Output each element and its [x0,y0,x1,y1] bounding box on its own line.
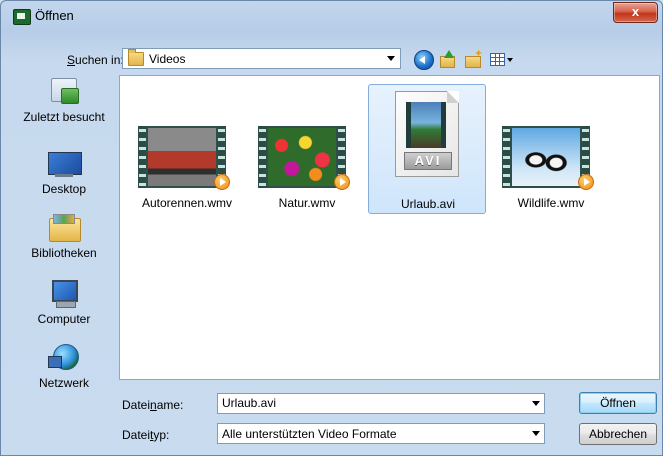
app-icon [13,9,31,25]
place-label: Desktop [41,182,87,196]
file-name: Urlaub.avi [400,197,456,211]
place-libraries[interactable]: Bibliotheken [11,212,117,260]
folder-icon [128,49,144,66]
back-icon[interactable] [414,50,434,70]
computer-icon [47,278,81,308]
video-thumbnail [258,126,350,190]
media-play-icon [334,174,350,190]
place-label: Computer [37,312,91,326]
place-recent[interactable]: Zuletzt besucht [11,76,117,124]
file-item[interactable]: Autorennen.wmv [128,84,246,214]
chevron-down-icon[interactable] [532,401,540,406]
film-strip [138,126,226,188]
media-play-icon [578,174,594,190]
film-strip [258,126,346,188]
filename-label-a: Datei [122,398,151,412]
file-list[interactable]: Autorennen.wmv Natur.wmv AVI Urlaub.avi … [119,75,660,380]
new-folder-icon[interactable] [464,47,483,68]
file-name: Autorennen.wmv [141,196,233,210]
place-label: Zuletzt besucht [23,110,105,124]
view-menu-icon[interactable] [489,50,515,68]
media-play-icon [214,174,230,190]
up-folder-icon[interactable] [439,50,457,68]
title-bar[interactable]: Öffnen x [1,1,663,31]
filetype-label-a: Datei [122,428,151,442]
place-desktop[interactable]: Desktop [11,148,117,196]
avi-badge: AVI [404,152,452,170]
lookin-label: Suchen in: [67,53,124,67]
desktop-icon [47,148,82,178]
lookin-dropdown[interactable]: Videos [122,48,401,69]
filetype-label: Dateityp: [122,428,169,442]
lookin-label-text: uchen in: [75,53,124,67]
avi-file-icon: AVI [395,91,459,177]
places-bar: Zuletzt besucht Desktop Bibliotheken Com… [11,74,117,390]
open-dialog-window: Öffnen x Suchen in: Videos Zuletzt besuc… [0,0,663,456]
chevron-down-icon[interactable] [387,56,395,61]
video-thumbnail [502,126,594,190]
film-strip [502,126,590,188]
chevron-down-icon[interactable] [532,431,540,436]
filename-field[interactable]: Urlaub.avi [217,393,545,414]
open-button[interactable]: Öffnen [579,392,657,414]
window-title: Öffnen [35,8,74,23]
cancel-button[interactable]: Abbrechen [579,423,657,445]
filename-label-b: ame: [156,398,184,412]
close-button[interactable]: x [613,2,658,23]
recent-places-icon [47,76,81,106]
file-item-selected[interactable]: AVI Urlaub.avi [368,84,486,214]
penguins-frame [512,128,580,186]
place-network[interactable]: Netzwerk [11,342,117,390]
filetype-dropdown[interactable]: Alle unterstützten Video Formate [217,423,545,444]
file-name: Natur.wmv [278,196,336,210]
film-strip [406,102,446,148]
flowers-frame [268,128,336,186]
libraries-icon [47,212,81,242]
video-thumbnail [138,126,230,190]
place-label: Bibliotheken [31,246,97,260]
file-name: Wildlife.wmv [517,196,585,210]
file-item[interactable]: Natur.wmv [248,84,366,214]
lookin-label-accesskey: S [67,53,76,67]
place-computer[interactable]: Computer [11,278,117,326]
network-icon [47,342,81,372]
place-label: Netzwerk [38,376,89,390]
file-item[interactable]: Wildlife.wmv [492,84,610,214]
filename-label: Dateiname: [122,398,183,412]
lookin-value: Videos [149,52,186,66]
race-car-frame [148,128,216,186]
filetype-label-b: yp: [153,428,170,442]
filename-label-accesskey: n [150,398,157,412]
